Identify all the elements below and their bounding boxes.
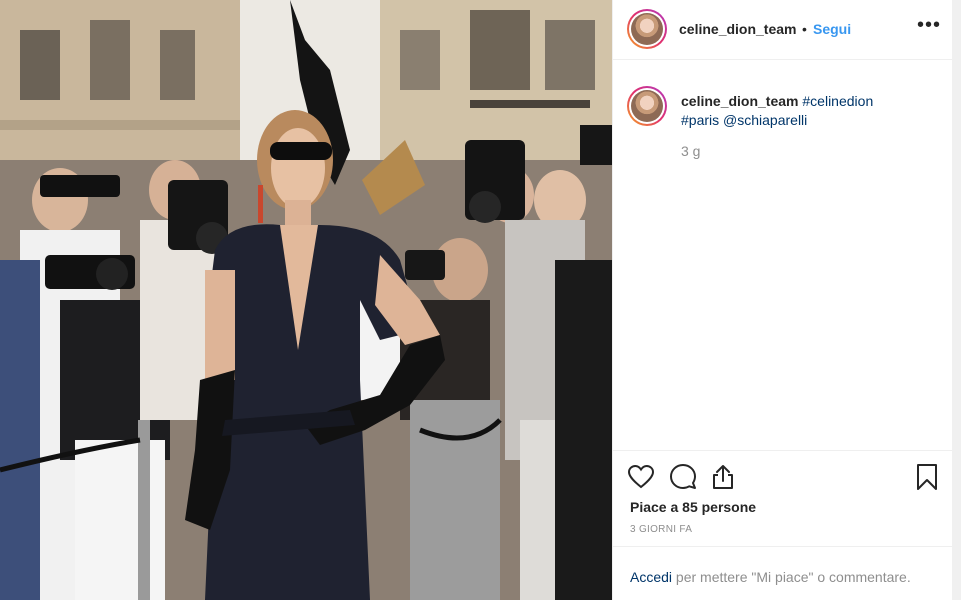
follow-button[interactable]: Segui (813, 21, 851, 37)
login-link[interactable]: Accedi (630, 569, 672, 585)
share-icon[interactable] (709, 463, 737, 491)
caption-avatar[interactable] (627, 86, 667, 126)
caption-age: 3 g (681, 143, 701, 159)
post-photo-art (0, 0, 612, 600)
post-side-panel: celine_dion_team • Segui ••• celine_dion… (612, 0, 953, 600)
instagram-post: celine_dion_team • Segui ••• celine_dion… (0, 0, 953, 600)
caption-avatar-ring (629, 88, 665, 124)
more-options-icon[interactable]: ••• (917, 14, 941, 37)
login-prompt-text: Accedi per mettere "Mi piace" o commenta… (630, 569, 911, 585)
hashtag-paris[interactable]: #paris (681, 112, 719, 128)
login-prompt: Accedi per mettere "Mi piace" o commenta… (613, 546, 953, 600)
caption-avatar-image (631, 90, 663, 122)
post-timestamp[interactable]: 3 GIORNI FA (630, 524, 692, 535)
post-photo[interactable] (0, 0, 612, 600)
heart-icon[interactable] (627, 463, 655, 491)
post-header: celine_dion_team • Segui ••• (613, 0, 953, 60)
avatar-ring (629, 11, 665, 47)
mention-schiaparelli[interactable]: @schiaparelli (723, 112, 807, 128)
likes-count[interactable]: Piace a 85 persone (630, 499, 756, 515)
avatar-image (631, 13, 663, 45)
header-username[interactable]: celine_dion_team (679, 21, 797, 37)
hashtag-celinedion[interactable]: #celinedion (802, 93, 873, 109)
post-actions: Piace a 85 persone 3 GIORNI FA (613, 450, 953, 546)
avatar[interactable] (627, 9, 667, 49)
caption-username[interactable]: celine_dion_team (681, 93, 799, 109)
bookmark-icon[interactable] (913, 463, 941, 491)
page-background-strip (952, 0, 961, 600)
caption: celine_dion_team #celinedion #paris @sch… (613, 60, 953, 450)
caption-text: celine_dion_team #celinedion #paris @sch… (681, 92, 941, 130)
header-separator: • (802, 21, 807, 37)
login-prompt-rest: per mettere "Mi piace" o commentare. (672, 569, 911, 585)
comment-icon[interactable] (669, 463, 697, 491)
